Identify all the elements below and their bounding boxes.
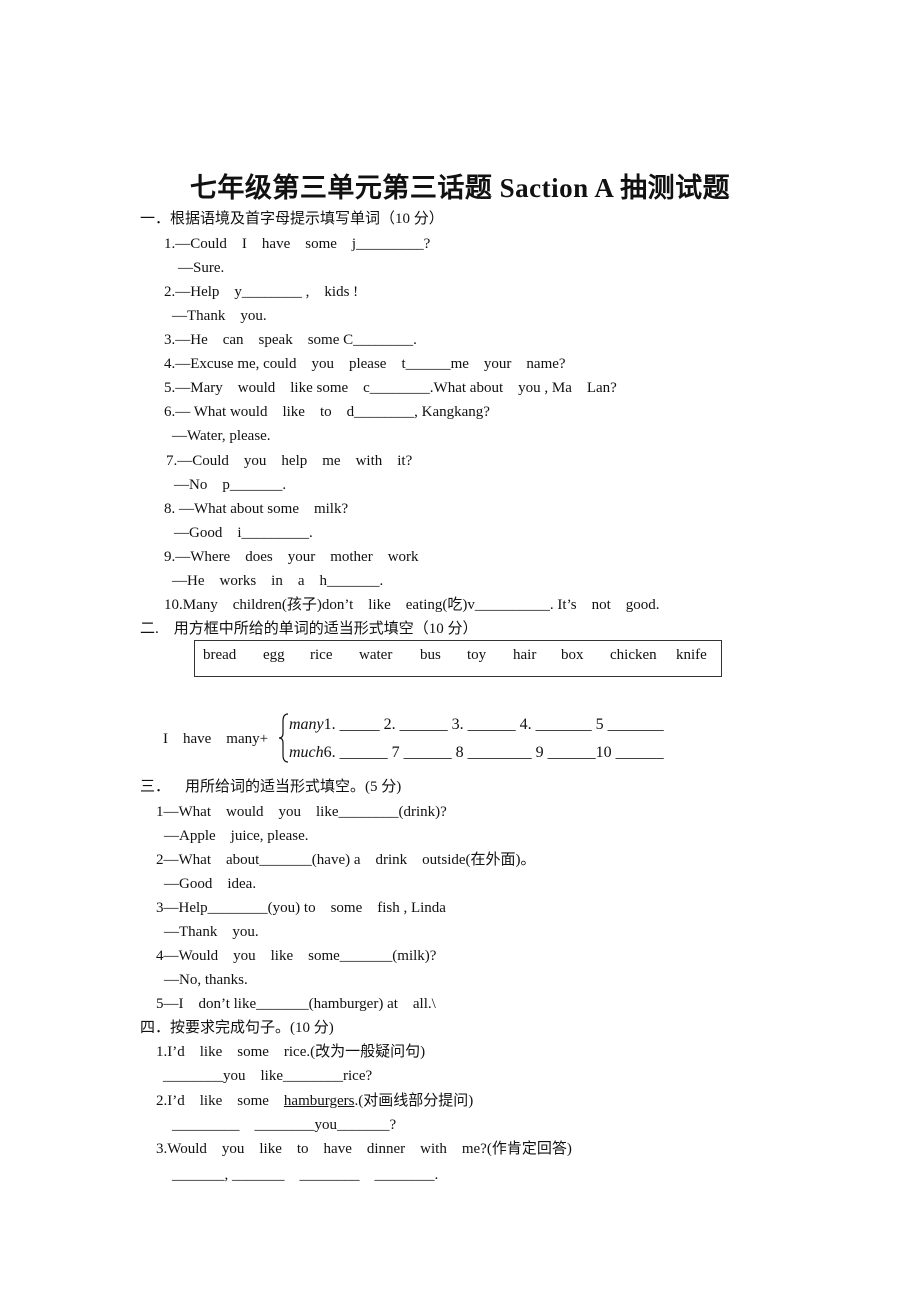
s4-question: 1.I’d like some rice.(改为一般疑问句) xyxy=(156,1044,426,1060)
much-blanks: 6. ______ 7 ______ 8 ________ 9 ______10… xyxy=(323,744,664,761)
s4-answer: ________you like________rice? xyxy=(163,1068,373,1084)
word-item: egg xyxy=(263,647,285,663)
brace-icon xyxy=(279,713,289,763)
s1-line: —Water, please. xyxy=(172,428,271,444)
s1-line: 7.—Could you help me with it? xyxy=(166,453,413,469)
s3-line: 1—What would you like________(drink)? xyxy=(156,804,447,820)
word-box: bread egg rice water bus toy hair box ch… xyxy=(194,640,722,677)
s1-line: 8. —What about some milk? xyxy=(164,501,349,517)
s1-line: —He works in a h_______. xyxy=(172,573,384,589)
s3-line: 2—What about_______(have) a drink outsid… xyxy=(156,852,536,868)
s1-line: —No p_______. xyxy=(174,477,287,493)
much-row: much6. ______ 7 ______ 8 ________ 9 ____… xyxy=(289,742,664,764)
page-title: 七年级第三单元第三话题 Saction A 抽测试题 xyxy=(189,173,731,203)
s1-line: 6.— What would like to d________, Kangka… xyxy=(164,404,490,420)
section1-heading: 一．根据语境及首字母提示填写单词（10 分） xyxy=(140,211,444,227)
s4-question: 3.Would you like to have dinner with me?… xyxy=(156,1141,572,1157)
many-prefix: I have many+ xyxy=(163,731,269,747)
word-item: toy xyxy=(467,647,487,663)
word-item: hair xyxy=(513,647,537,663)
s3-line: —Thank you. xyxy=(164,924,259,940)
q2-pre: 2.I’d like some xyxy=(156,1093,284,1109)
s4-answer: _________ ________you_______? xyxy=(172,1117,397,1133)
s3-line: 5—I don’t like_______(hamburger) at all.… xyxy=(156,996,436,1012)
s1-line: 4.—Excuse me, could you please t______me… xyxy=(164,356,566,372)
s1-line: —Good i_________. xyxy=(174,525,313,541)
s3-line: 3—Help________(you) to some fish , Linda xyxy=(156,900,446,916)
many-label: many xyxy=(289,716,324,733)
q2-underlined-word: hamburgers xyxy=(283,1093,355,1109)
s3-line: 4—Would you like some_______(milk)? xyxy=(156,948,437,964)
s3-line: —No, thanks. xyxy=(164,972,248,988)
s1-line: 5.—Mary would like some c________.What a… xyxy=(164,380,617,396)
q2-post: .(对画线部分提问) xyxy=(354,1093,474,1109)
s3-line: —Apple juice, please. xyxy=(164,828,309,844)
section4-heading: 四．按要求完成句子。(10 分) xyxy=(140,1020,334,1036)
s1-line: —Thank you. xyxy=(172,308,267,324)
many-blanks: 1. _____ 2. ______ 3. ______ 4. _______ … xyxy=(323,716,664,733)
section3-heading: 三． 用所给词的适当形式填空。(5 分) xyxy=(140,779,402,795)
s1-line: 1.—Could I have some j_________? xyxy=(164,236,431,252)
s4-answer: _______, _______ ________ ________. xyxy=(172,1167,439,1183)
s1-line: 9.—Where does your mother work xyxy=(164,549,419,565)
s1-line: 3.—He can speak some C________. xyxy=(164,332,417,348)
many-row: many1. _____ 2. ______ 3. ______ 4. ____… xyxy=(289,714,664,736)
word-item: bread xyxy=(203,647,237,663)
word-item: water xyxy=(359,647,393,663)
s1-line: —Sure. xyxy=(178,260,225,276)
s1-line: 2.—Help y________ , kids ! xyxy=(164,284,359,300)
word-item: bus xyxy=(420,647,441,663)
word-item: knife xyxy=(676,647,707,663)
word-item: rice xyxy=(310,647,333,663)
much-label: much xyxy=(289,744,324,761)
s3-line: —Good idea. xyxy=(164,876,257,892)
word-item: box xyxy=(561,647,584,663)
section2-heading: 二. 用方框中所给的单词的适当形式填空（10 分） xyxy=(140,621,478,637)
s4-question: 2.I’d like some hamburgers.(对画线部分提问) xyxy=(156,1091,473,1111)
s1-line: 10.Many children(孩子)don’t like eating(吃)… xyxy=(164,597,660,613)
word-item: chicken xyxy=(610,647,657,663)
